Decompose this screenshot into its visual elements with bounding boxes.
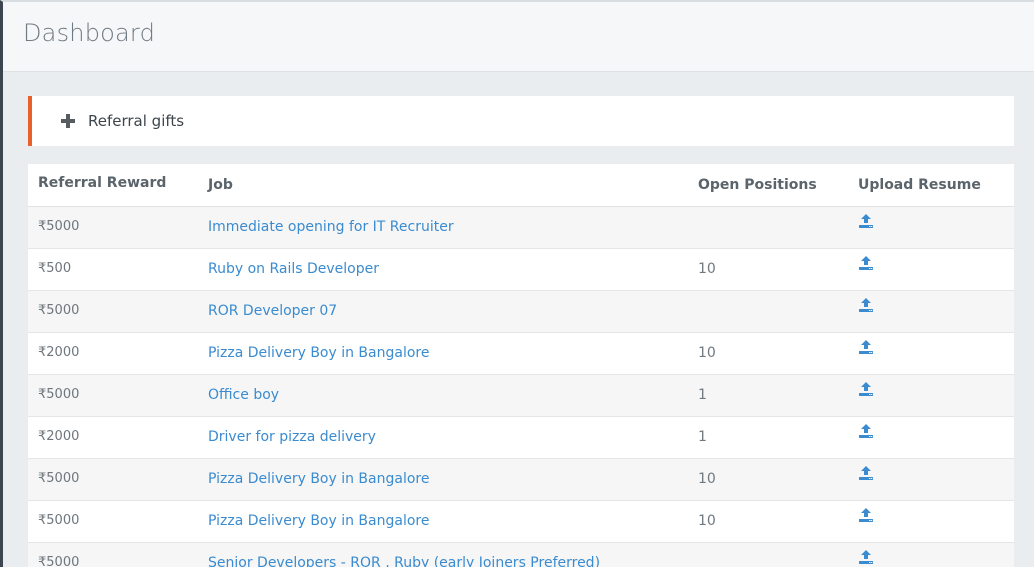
table-row: ₹5000 Office boy 1 xyxy=(28,374,1014,417)
upload-icon[interactable] xyxy=(858,213,874,229)
job-link[interactable]: Senior Developers - ROR , Ruby (early Jo… xyxy=(208,555,600,567)
reward-value: ₹2000 xyxy=(38,428,80,444)
upload-icon[interactable] xyxy=(858,465,874,481)
job-link[interactable]: Pizza Delivery Boy in Bangalore xyxy=(208,513,429,529)
job-link[interactable]: ROR Developer 07 xyxy=(208,303,337,319)
table-row: ₹500 Ruby on Rails Developer 10 xyxy=(28,248,1014,291)
plus-icon[interactable] xyxy=(61,114,75,128)
table-row: ₹2000 Pizza Delivery Boy in Bangalore 10 xyxy=(28,332,1014,375)
reward-cell: ₹5000 xyxy=(28,374,198,417)
job-cell: Driver for pizza delivery xyxy=(198,416,688,459)
job-cell: Office boy xyxy=(198,374,688,417)
upload-icon[interactable] xyxy=(858,549,874,565)
upload-cell xyxy=(848,416,1014,459)
job-link[interactable]: Driver for pizza delivery xyxy=(208,429,376,445)
jobs-table-container: Referral Reward Job Open Positions Uploa… xyxy=(28,164,1014,567)
reward-cell: ₹5000 xyxy=(28,542,198,567)
reward-value: ₹5000 xyxy=(38,386,80,402)
reward-cell: ₹5000 xyxy=(28,458,198,501)
reward-cell: ₹5000 xyxy=(28,206,198,249)
reward-value: ₹5000 xyxy=(38,218,80,234)
table-row: ₹5000 Immediate opening for IT Recruiter xyxy=(28,206,1014,249)
column-header-open-positions: Open Positions xyxy=(688,164,848,207)
open-positions-cell xyxy=(688,542,848,567)
open-positions-cell: 10 xyxy=(688,458,848,501)
table-row: ₹2000 Driver for pizza delivery 1 xyxy=(28,416,1014,459)
job-cell: Pizza Delivery Boy in Bangalore xyxy=(198,332,688,375)
referral-gifts-label[interactable]: Referral gifts xyxy=(88,112,184,130)
upload-icon[interactable] xyxy=(858,507,874,523)
open-positions-cell xyxy=(688,206,848,249)
reward-value: ₹5000 xyxy=(38,470,80,486)
upload-cell xyxy=(848,332,1014,375)
upload-icon[interactable] xyxy=(858,297,874,313)
reward-value: ₹5000 xyxy=(38,554,80,567)
upload-cell xyxy=(848,290,1014,333)
column-header-referral-reward: Referral Reward xyxy=(28,164,198,207)
reward-value: ₹500 xyxy=(38,260,72,276)
reward-cell: ₹2000 xyxy=(28,416,198,459)
open-positions-cell xyxy=(688,290,848,333)
table-row: ₹5000 ROR Developer 07 xyxy=(28,290,1014,333)
table-row: ₹5000 Senior Developers - ROR , Ruby (ear… xyxy=(28,542,1014,567)
job-link[interactable]: Office boy xyxy=(208,387,279,403)
upload-icon[interactable] xyxy=(858,381,874,397)
job-cell: ROR Developer 07 xyxy=(198,290,688,333)
reward-value: ₹2000 xyxy=(38,344,80,360)
job-cell: Pizza Delivery Boy in Bangalore xyxy=(198,458,688,501)
upload-cell xyxy=(848,248,1014,291)
upload-cell xyxy=(848,206,1014,249)
jobs-table: Referral Reward Job Open Positions Uploa… xyxy=(28,164,1014,567)
job-cell: Ruby on Rails Developer xyxy=(198,248,688,291)
job-cell: Pizza Delivery Boy in Bangalore xyxy=(198,500,688,543)
column-header-job: Job xyxy=(198,164,688,207)
referral-gifts-panel[interactable]: Referral gifts xyxy=(28,96,1014,146)
upload-cell xyxy=(848,500,1014,543)
job-link[interactable]: Immediate opening for IT Recruiter xyxy=(208,219,454,235)
table-row: ₹5000 Pizza Delivery Boy in Bangalore 10 xyxy=(28,500,1014,543)
job-link[interactable]: Pizza Delivery Boy in Bangalore xyxy=(208,471,429,487)
upload-cell xyxy=(848,374,1014,417)
upload-icon[interactable] xyxy=(858,339,874,355)
reward-value: ₹5000 xyxy=(38,302,80,318)
open-positions-cell: 10 xyxy=(688,500,848,543)
open-positions-cell: 1 xyxy=(688,416,848,459)
reward-value: ₹5000 xyxy=(38,512,80,528)
open-positions-cell: 1 xyxy=(688,374,848,417)
reward-cell: ₹5000 xyxy=(28,500,198,543)
page-title: Dashboard xyxy=(23,19,156,47)
job-cell: Immediate opening for IT Recruiter xyxy=(198,206,688,249)
open-positions-cell: 10 xyxy=(688,332,848,375)
table-header-row: Referral Reward Job Open Positions Uploa… xyxy=(28,164,1014,207)
job-link[interactable]: Pizza Delivery Boy in Bangalore xyxy=(208,345,429,361)
job-link[interactable]: Ruby on Rails Developer xyxy=(208,261,379,277)
job-cell: Senior Developers - ROR , Ruby (early Jo… xyxy=(198,542,688,567)
upload-cell xyxy=(848,458,1014,501)
reward-cell: ₹500 xyxy=(28,248,198,291)
table-row: ₹5000 Pizza Delivery Boy in Bangalore 10 xyxy=(28,458,1014,501)
upload-cell xyxy=(848,542,1014,567)
reward-cell: ₹5000 xyxy=(28,290,198,333)
column-header-upload-resume: Upload Resume xyxy=(848,164,1014,207)
page-header: Dashboard xyxy=(3,2,1034,72)
upload-icon[interactable] xyxy=(858,423,874,439)
dashboard-frame: Dashboard Referral gifts Referral Reward… xyxy=(0,0,1034,567)
upload-icon[interactable] xyxy=(858,255,874,271)
reward-cell: ₹2000 xyxy=(28,332,198,375)
open-positions-cell: 10 xyxy=(688,248,848,291)
